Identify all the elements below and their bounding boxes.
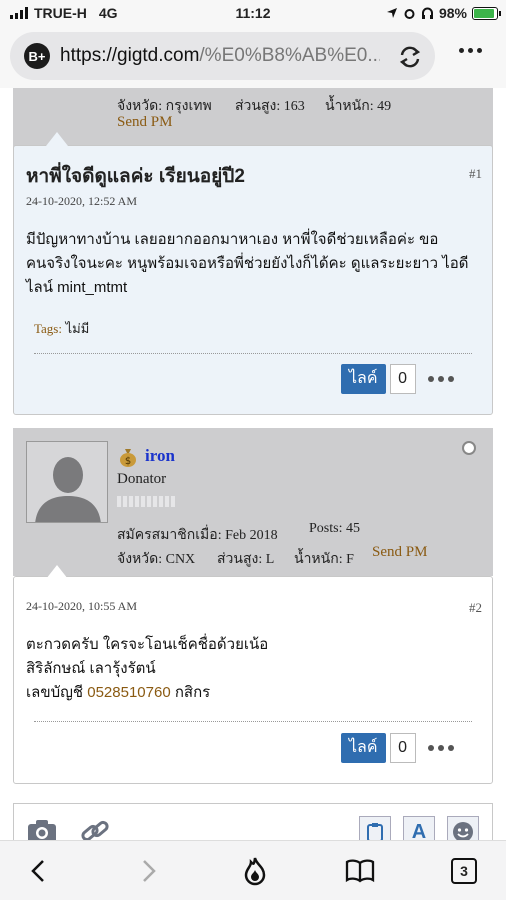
joined-date: สมัครสมาชิกเมื่อ: Feb 2018 [117,528,278,543]
tags-value[interactable]: ไม่มี [66,321,90,336]
default-avatar-icon [27,442,107,522]
address-bar[interactable]: B+ https://gigtd.com/%E0%B8%AB%E0... [10,32,435,80]
paste-button[interactable] [359,816,391,840]
divider [34,353,472,354]
headphones-icon [421,7,433,19]
status-bar: TRUE-H 4G 11:12 98% [0,0,506,26]
like-button[interactable]: ไลค์ [341,733,386,763]
reload-icon[interactable] [397,44,423,70]
bubble-arrow [46,132,68,146]
text-format-icon[interactable]: A [403,816,435,840]
post-number[interactable]: #1 [469,166,482,182]
tab-count: 3 [451,858,477,884]
more-options-icon[interactable] [427,745,454,751]
tags-row: Tags: ไม่มี [34,318,89,339]
height-label: ส่วนสูง: L [217,552,275,567]
avatar[interactable] [26,441,108,523]
chevron-left-icon [31,860,44,882]
battery-percent: 98% [438,5,467,21]
smiley-icon [453,822,473,840]
height-label: ส่วนสูง: 163 [235,99,305,114]
bookmarks-button[interactable] [344,855,376,887]
link-icon[interactable] [80,818,110,840]
send-pm-link[interactable]: Send PM [117,114,172,131]
tabs-button[interactable]: 3 [448,855,480,887]
post-date: 24-10-2020, 12:52 AM [26,194,137,208]
like-count: 0 [389,733,416,763]
clipboard-icon [367,823,383,840]
offline-status-icon [462,441,476,455]
emoji-button[interactable] [447,816,479,840]
like-group: ไลค์ 0 [341,364,454,394]
weight-label: น้ำหนัก: F [294,552,354,567]
battery-icon [472,6,501,20]
user-role: Donator [117,471,167,487]
reply-editor: A [13,803,493,840]
post-count: Posts: 45 [309,521,360,536]
like-count: 0 [389,364,416,394]
browser-bottom-bar: 3 [0,840,506,900]
location-icon [386,8,397,18]
more-options-icon[interactable] [427,376,454,382]
forward-button[interactable] [133,855,165,887]
flame-button[interactable] [239,855,271,887]
like-button[interactable]: ไลค์ [341,364,386,394]
post-line: เลขบัญชี 0528510760 กสิกร [26,684,211,701]
chevron-right-icon [143,860,156,882]
divider [34,721,472,722]
post-line: สิริลักษณ์ เลารุ้งรัตน์ [26,660,156,677]
flame-icon [244,857,266,886]
back-button[interactable] [22,855,54,887]
alarm-icon [404,8,415,19]
thread-title: หาพี่ใจดีดูแลค่ะ เรียนอยู่ปี2 [26,166,245,187]
post-body: ตะกวดครับ ใครจะโอนเช็คชื่อด้วยเน้อ สิริล… [26,633,476,705]
bubble-arrow [46,565,68,579]
username-link[interactable]: iron [145,446,175,466]
like-group: ไลค์ 0 [341,733,454,763]
tags-label: Tags: [34,321,62,336]
post-body: มีปัญหาทางบ้าน เลยอยากออกมาหาเอง หาพี่ใจ… [26,231,469,296]
browser-menu-icon[interactable] [459,48,482,53]
post-card-1: หาพี่ใจดีดูแลค่ะ เรียนอยู่ปี2 #1 24-10-2… [13,145,493,415]
browser-toolbar: B+ https://gigtd.com/%E0%B8%AB%E0... [0,26,506,88]
url-text[interactable]: https://gigtd.com/%E0%B8%AB%E0... [60,45,380,67]
account-number-link[interactable]: 0528510760 [87,684,170,701]
post-date: 24-10-2020, 10:55 AM [26,599,137,613]
post-line: ตะกวดครับ ใครจะโอนเช็คชื่อด้วยเน้อ [26,636,269,653]
browser-logo-icon[interactable]: B+ [24,43,50,69]
post-number[interactable]: #2 [469,600,482,616]
province-label: จังหวัด: CNX [117,552,196,567]
svg-text:$: $ [125,456,131,467]
weight-label: น้ำหนัก: 49 [325,99,392,114]
post-card-2: 24-10-2020, 10:55 AM #2 ตะกวดครับ ใครจะโ… [13,576,493,784]
send-pm-link[interactable]: Send PM [372,544,427,561]
reputation-bar [117,496,175,507]
money-bag-icon: $ [120,449,136,467]
camera-icon[interactable] [26,818,58,840]
author-header: $ iron Donator สมัครสมาชิกเมื่อ: Feb 201… [13,428,493,576]
page-content: จังหวัด: กรุงเทพ ส่วนสูง: 163 น้ำหนัก: 4… [0,88,506,840]
book-icon [345,859,375,883]
